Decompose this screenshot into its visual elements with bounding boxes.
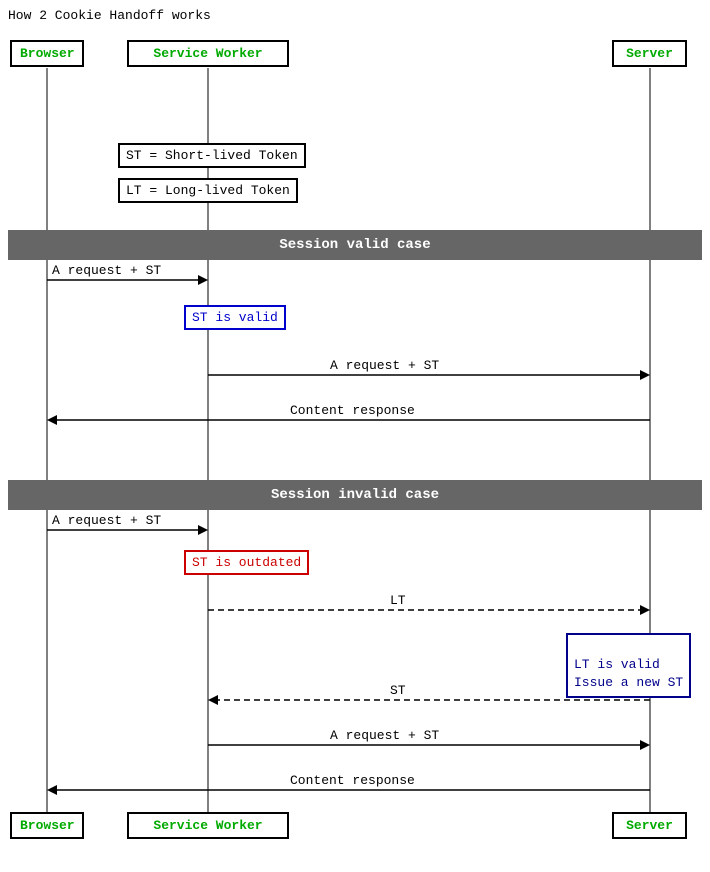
actor-browser-top: Browser (10, 40, 84, 67)
label-resp2: Content response (290, 773, 415, 788)
lt-definition-box: LT = Long-lived Token (118, 178, 298, 203)
actor-service-worker-top: Service Worker (127, 40, 289, 67)
lt-valid-note: LT is valid Issue a new ST (566, 633, 691, 698)
section-valid-bar: Session valid case (8, 230, 702, 260)
actor-server-bottom: Server (612, 812, 687, 839)
label-resp1: Content response (290, 403, 415, 418)
st-definition-box: ST = Short-lived Token (118, 143, 306, 168)
label-st-return: ST (390, 683, 406, 698)
actor-server-top: Server (612, 40, 687, 67)
label-req4: A request + ST (330, 728, 439, 743)
st-valid-note: ST is valid (184, 305, 286, 330)
label-req1: A request + ST (52, 263, 161, 278)
label-lt: LT (390, 593, 406, 608)
diagram-container: How 2 Cookie Handoff works (0, 0, 710, 872)
label-req2: A request + ST (330, 358, 439, 373)
actor-browser-bottom: Browser (10, 812, 84, 839)
actor-service-worker-bottom: Service Worker (127, 812, 289, 839)
st-outdated-note: ST is outdated (184, 550, 309, 575)
diagram-title: How 2 Cookie Handoff works (8, 8, 211, 23)
section-invalid-bar: Session invalid case (8, 480, 702, 510)
label-req3: A request + ST (52, 513, 161, 528)
